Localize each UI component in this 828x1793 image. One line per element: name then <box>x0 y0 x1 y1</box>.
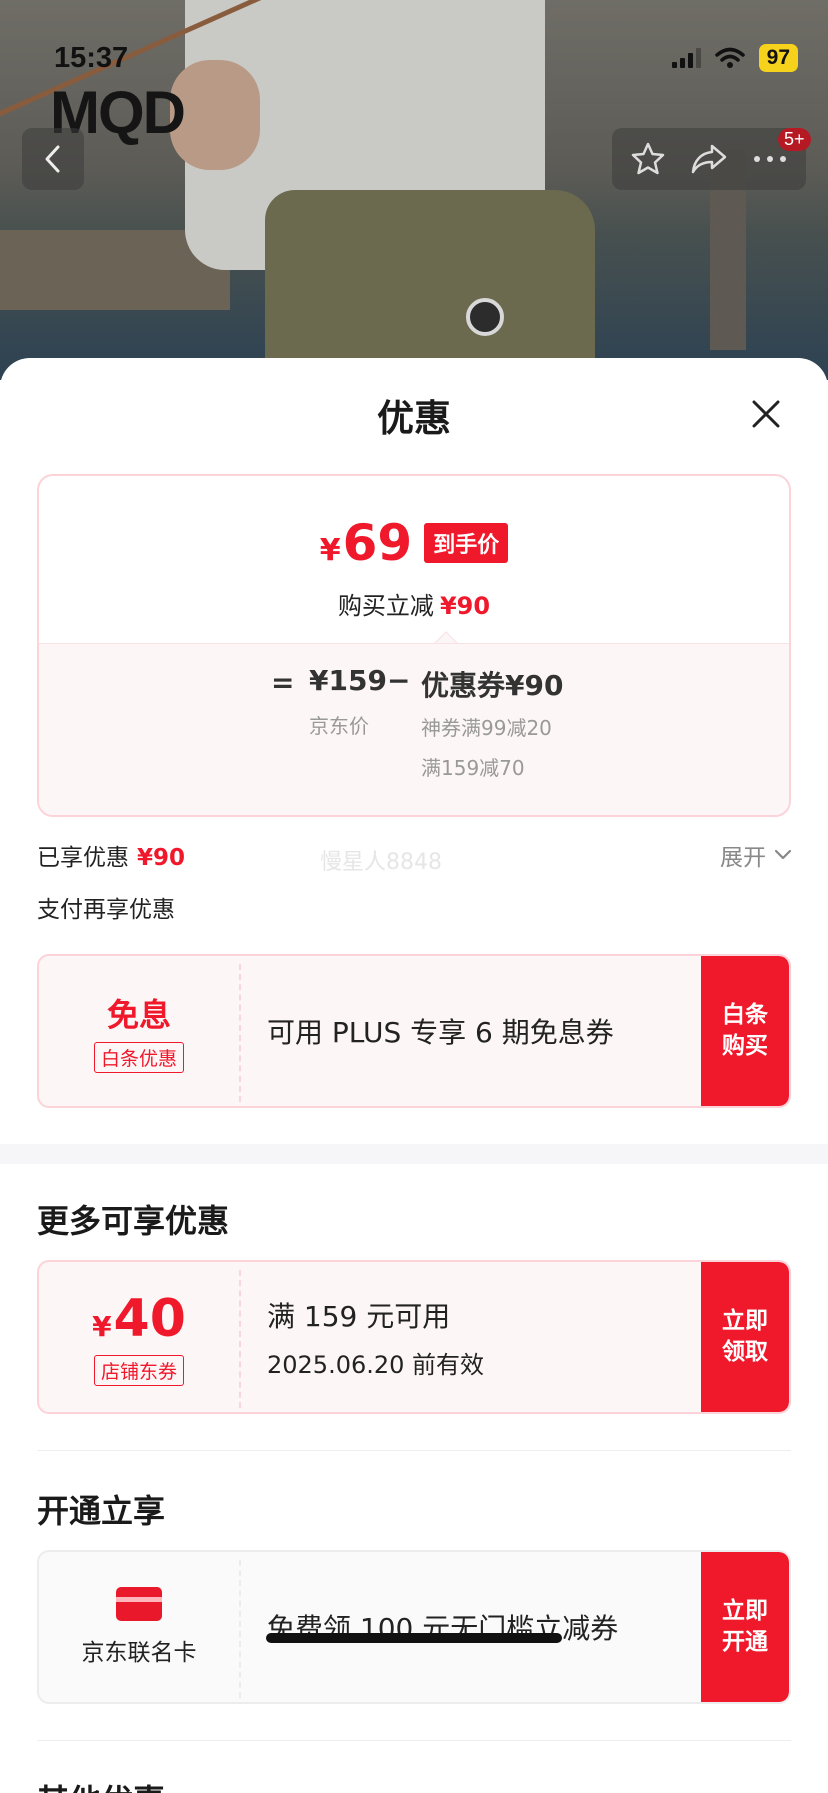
enjoyed-discount: 已享优惠 ¥90 <box>37 838 185 872</box>
back-icon <box>45 145 60 173</box>
baitiao-title: 免息 <box>106 995 171 1034</box>
coupon-amount: ¥ 40 <box>92 1289 186 1349</box>
signal-icon <box>671 48 701 68</box>
notification-badge: 5+ <box>778 128 811 151</box>
divider <box>37 1450 791 1451</box>
coupon-currency: ¥ <box>92 1309 112 1343</box>
enjoyed-label: 已享优惠 <box>37 845 129 871</box>
reduce-label: 购买立减 <box>337 592 434 620</box>
star-icon <box>632 142 665 175</box>
home-indicator[interactable] <box>266 1633 562 1643</box>
baitiao-coupon-left: 免息 白条优惠 <box>39 956 239 1106</box>
jd-price: ¥159 <box>309 664 387 697</box>
battery-indicator: 97 <box>758 44 798 72</box>
coupon-value: 40 <box>113 1288 186 1349</box>
other-discounts-title: 其他优惠 <box>37 1776 165 1793</box>
nav-actions <box>612 128 806 190</box>
expand-button[interactable]: 展开 <box>720 838 792 872</box>
chevron-down-icon <box>774 849 792 860</box>
price-formula: = ¥159 京东价 − 优惠券¥90 神券满99减20 满159减70 <box>39 643 789 815</box>
card-icon <box>116 1587 162 1621</box>
back-button[interactable] <box>22 128 84 190</box>
final-price: 69 <box>342 514 413 572</box>
open-card-button[interactable]: 立即 开通 <box>701 1552 789 1702</box>
wifi-icon <box>714 47 745 68</box>
pay-more-label: 支付再享优惠 <box>37 897 175 923</box>
coupon-detail: 神券满99减20 <box>421 716 552 740</box>
watermark: 慢星人8848 <box>320 850 442 875</box>
baitiao-desc: 可用 PLUS 专享 6 期免息券 <box>267 1016 614 1049</box>
claim-coupon-button[interactable]: 立即 领取 <box>701 1262 789 1412</box>
reduce-amount: ¥90 <box>439 592 491 620</box>
close-icon <box>752 400 780 428</box>
store-coupon-body: 满 159 元可用 2025.06.20 前有效 <box>267 1262 695 1412</box>
store-coupon-tag: 店铺东券 <box>93 1354 184 1386</box>
equals-sign: = <box>271 666 295 699</box>
coupon-total: 优惠券¥90 <box>421 669 564 702</box>
baitiao-coupon-body: 可用 PLUS 专享 6 期免息券 <box>267 956 695 1106</box>
co-brand-card-body: 免费领 100 元无门槛立减券 <box>267 1552 695 1702</box>
final-price-section: ¥ 69 到手价 购买立减 ¥90 <box>39 476 789 643</box>
final-price-tag: 到手价 <box>424 523 509 563</box>
co-brand-card-left: 京东联名卡 <box>39 1552 239 1702</box>
sheet-title: 优惠 <box>377 397 451 440</box>
coupon-condition: 满 159 元可用 <box>267 1299 451 1333</box>
discount-sheet: 优惠 ¥ 69 到手价 购买立减 ¥90 = ¥159 京东价 − 优惠券¥90 … <box>0 358 828 1793</box>
currency-symbol: ¥ <box>319 533 341 568</box>
enjoyed-amount: ¥90 <box>137 845 186 871</box>
minus-sign: − <box>387 664 411 697</box>
coupon-expiry: 2025.06.20 前有效 <box>267 1350 485 1379</box>
reduce-row: 购买立减 ¥90 <box>39 586 789 621</box>
baitiao-tag: 白条优惠 <box>93 1041 184 1073</box>
more-discounts-title: 更多可享优惠 <box>37 1202 230 1240</box>
section-divider <box>0 1144 828 1164</box>
divider <box>37 1740 791 1741</box>
share-button[interactable] <box>683 133 735 185</box>
expand-label: 展开 <box>720 845 766 871</box>
status-icons: 97 <box>671 44 798 72</box>
card-name: 京东联名卡 <box>81 1640 197 1666</box>
price-breakdown-card: ¥ 69 到手价 购买立减 ¥90 = ¥159 京东价 − 优惠券¥90 神券满… <box>37 474 791 817</box>
baitiao-buy-button[interactable]: 白条 购买 <box>701 956 789 1106</box>
coupon-detail: 满159减70 <box>421 756 525 780</box>
open-enjoy-title: 开通立享 <box>37 1492 166 1530</box>
favorite-button[interactable] <box>622 133 674 185</box>
status-time: 15:37 <box>54 42 129 74</box>
share-icon <box>691 144 727 174</box>
co-brand-card-offer: 京东联名卡 免费领 100 元无门槛立减券 立即 开通 <box>37 1550 791 1704</box>
more-icon <box>753 156 786 162</box>
close-button[interactable] <box>746 394 786 434</box>
jd-price-label: 京东价 <box>309 714 369 738</box>
store-coupon: ¥ 40 店铺东券 满 159 元可用 2025.06.20 前有效 立即 领取 <box>37 1260 791 1414</box>
store-coupon-left: ¥ 40 店铺东券 <box>39 1262 239 1412</box>
baitiao-coupon: 免息 白条优惠 可用 PLUS 专享 6 期免息券 白条 购买 <box>37 954 791 1108</box>
